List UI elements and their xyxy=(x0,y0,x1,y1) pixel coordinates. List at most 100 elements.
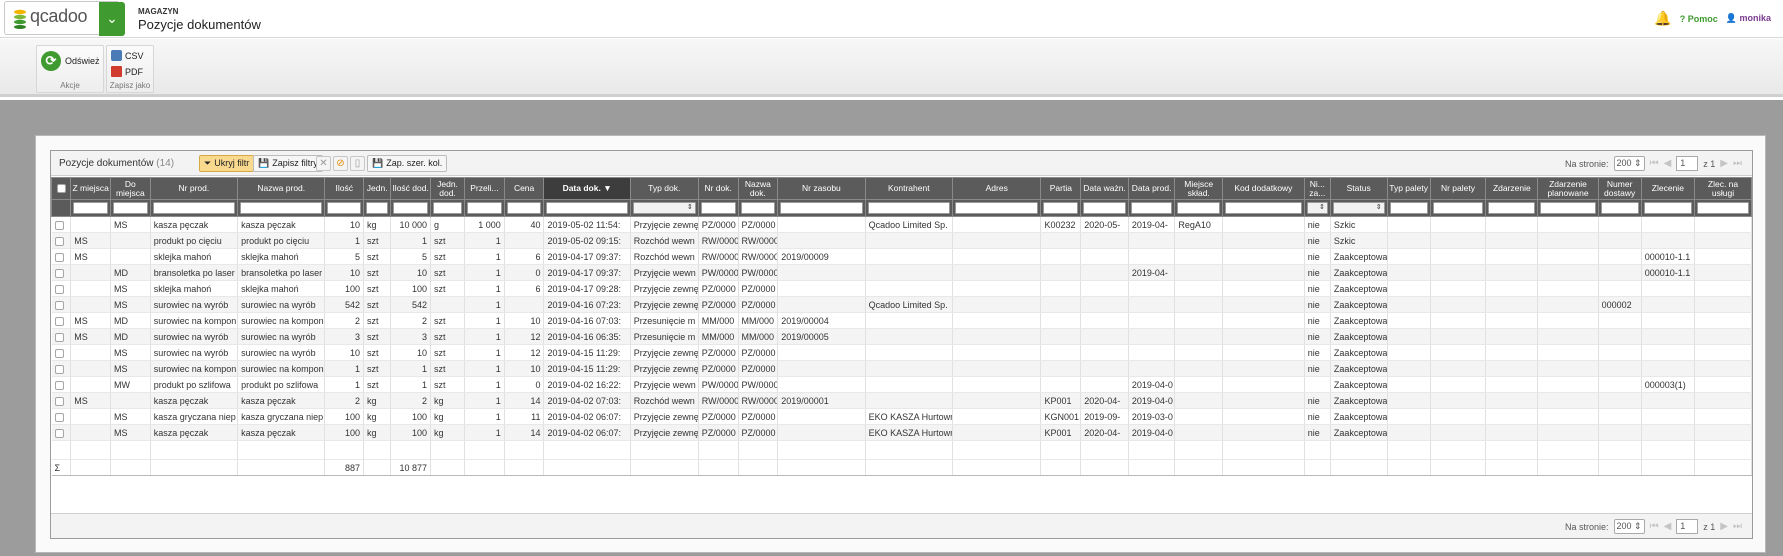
column-header[interactable]: Ilość dod. xyxy=(390,177,431,200)
filter-input[interactable] xyxy=(1389,202,1428,214)
per-page-select[interactable]: 200 ⇕ xyxy=(1613,156,1645,171)
save-widths-button[interactable]: 💾 Zap. szer. kol. xyxy=(367,155,448,172)
first-page-icon[interactable]: ⏮ xyxy=(1650,521,1659,532)
filter-input[interactable] xyxy=(700,202,736,214)
filter-input[interactable] xyxy=(1177,202,1221,214)
row-checkbox[interactable] xyxy=(51,328,72,345)
page-input[interactable]: 1 xyxy=(1676,519,1699,534)
table-row[interactable]: MS MD surowiec na kompon surowiec na kompon… xyxy=(51,312,1752,329)
table-cell[interactable]: PZ/0000 xyxy=(698,360,739,377)
table-cell[interactable]: MM/000 xyxy=(698,328,739,345)
table-cell[interactable]: PZ/0000 xyxy=(698,424,739,441)
filter-input[interactable] xyxy=(1043,202,1079,214)
first-page-icon[interactable]: ⏮ xyxy=(1650,158,1659,169)
column-header[interactable]: Jedn. xyxy=(363,177,392,200)
filter-select[interactable]: ⇕ xyxy=(632,202,696,214)
column-header[interactable]: Jedn. dod. xyxy=(429,177,466,200)
filter-input[interactable] xyxy=(152,202,236,214)
row-checkbox[interactable] xyxy=(51,312,72,329)
table-row[interactable]: MS kasza pęczak kasza pęczak 10 kg 10 000 g 1 0… xyxy=(51,216,1752,233)
filter-select[interactable]: ⇕ xyxy=(1306,202,1328,214)
column-header[interactable]: Kod dodatkowy xyxy=(1222,177,1305,200)
user-link[interactable]: 👤 monika xyxy=(1726,13,1771,24)
table-row[interactable]: MS produkt po cięciu produkt po cięciu 1 szt… xyxy=(51,232,1752,249)
table-row[interactable]: MS surowiec na wyrób surowiec na wyrób 10 sz… xyxy=(51,344,1752,361)
filter-select[interactable]: ⇕ xyxy=(1332,202,1385,214)
row-checkbox[interactable] xyxy=(51,360,72,377)
row-checkbox[interactable] xyxy=(51,280,72,297)
prev-page-icon[interactable]: ◀ xyxy=(1664,521,1672,532)
column-header[interactable]: Data dok. ▼ xyxy=(543,177,631,200)
table-row[interactable]: MS sklejka mahoń sklejka mahoń 5 szt 5 szt 1 6 20… xyxy=(51,248,1752,265)
table-row[interactable]: MS sklejka mahoń sklejka mahoń 100 szt 100 szt… xyxy=(51,280,1752,297)
column-header[interactable]: Typ palety xyxy=(1386,177,1431,200)
filter-input[interactable] xyxy=(467,202,502,214)
table-cell[interactable]: PZ/0000 xyxy=(698,280,739,297)
column-header[interactable]: Nazwa prod. xyxy=(237,177,326,200)
table-row[interactable]: MS surowiec na kompon surowiec na kompon 1 s… xyxy=(51,360,1752,377)
table-cell[interactable]: PZ/0000 xyxy=(698,344,739,361)
row-checkbox[interactable] xyxy=(51,232,72,249)
filter-input[interactable] xyxy=(1488,202,1536,214)
bell-icon[interactable]: 🔔 xyxy=(1654,10,1671,27)
columns-button[interactable]: ▯ xyxy=(350,156,365,171)
table-row[interactable]: MS kasza gryczana niep kasza gryczana niep… xyxy=(51,408,1752,425)
next-page-icon[interactable]: ▶ xyxy=(1720,158,1728,169)
page-input[interactable]: 1 xyxy=(1676,156,1699,171)
reset-button[interactable]: ⊘ xyxy=(333,156,348,171)
prev-page-icon[interactable]: ◀ xyxy=(1664,158,1672,169)
row-checkbox[interactable] xyxy=(51,264,72,281)
select-all-checkbox[interactable] xyxy=(50,177,72,200)
column-header[interactable]: Typ dok. xyxy=(629,177,699,200)
column-header[interactable]: Zdarzenie planowane xyxy=(1537,177,1599,200)
column-header[interactable]: Data ważn. xyxy=(1080,177,1129,200)
column-header[interactable]: Cena xyxy=(503,177,545,200)
table-row[interactable]: MS surowiec na wyrób surowiec na wyrób 542 s… xyxy=(51,296,1752,313)
filter-input[interactable] xyxy=(73,202,108,214)
column-header[interactable]: Z miejsca xyxy=(70,177,111,200)
column-header[interactable]: Do miejsca xyxy=(110,177,151,200)
row-checkbox[interactable] xyxy=(51,296,72,313)
column-header[interactable]: Numer dostawy xyxy=(1597,177,1642,200)
filter-input[interactable] xyxy=(1432,202,1484,214)
per-page-select[interactable]: 200 ⇕ xyxy=(1613,519,1645,534)
filter-input[interactable] xyxy=(740,202,776,214)
filter-input[interactable] xyxy=(327,202,362,214)
column-header[interactable]: Nr palety xyxy=(1429,177,1487,200)
pdf-button[interactable]: PDF xyxy=(111,66,143,77)
table-row[interactable]: MW produkt po szlifowa produkt po szlifowa… xyxy=(51,376,1752,393)
row-checkbox[interactable] xyxy=(51,424,72,441)
logo[interactable]: qcadoo ⌄ xyxy=(4,1,125,36)
csv-button[interactable]: CSV xyxy=(111,50,144,61)
table-cell[interactable]: RW/0000 xyxy=(698,232,739,249)
table-cell[interactable]: PZ/0000 xyxy=(698,216,739,233)
column-header[interactable]: Nr dok. xyxy=(697,177,739,200)
clear-filter-button[interactable]: ✕ xyxy=(316,156,331,171)
filter-input[interactable] xyxy=(954,202,1039,214)
table-cell[interactable]: RW/0000 xyxy=(698,248,739,265)
column-header[interactable]: Miejsce skład. xyxy=(1174,177,1224,200)
table-cell[interactable]: PW/0000 xyxy=(698,376,739,393)
column-header[interactable]: Nazwa dok. xyxy=(737,177,779,200)
column-header[interactable]: Ilość xyxy=(324,177,365,200)
last-page-icon[interactable]: ⏭ xyxy=(1733,521,1742,532)
column-header[interactable]: Partia xyxy=(1040,177,1082,200)
column-header[interactable]: Nr zasobu xyxy=(777,177,866,200)
row-checkbox[interactable] xyxy=(51,392,72,409)
filter-input[interactable] xyxy=(240,202,323,214)
column-header[interactable]: Zlec. na usługi xyxy=(1694,177,1752,200)
filter-input[interactable] xyxy=(1600,202,1639,214)
filter-input[interactable] xyxy=(1225,202,1302,214)
row-checkbox[interactable] xyxy=(51,408,72,425)
column-header[interactable]: Przeli... xyxy=(464,177,505,200)
filter-input[interactable] xyxy=(1697,202,1749,214)
column-header[interactable]: Zlecenie xyxy=(1640,177,1696,200)
column-header[interactable]: Ni... za... xyxy=(1303,177,1331,200)
column-header[interactable]: Nr prod. xyxy=(149,177,239,200)
row-checkbox[interactable] xyxy=(51,248,72,265)
filter-input[interactable] xyxy=(433,202,463,214)
table-row[interactable]: MD bransoletka po laser bransoletka po las… xyxy=(51,264,1752,281)
filter-input[interactable] xyxy=(1130,202,1173,214)
filter-input[interactable] xyxy=(867,202,950,214)
save-filters-button[interactable]: 💾 Zapisz filtry xyxy=(253,155,323,172)
